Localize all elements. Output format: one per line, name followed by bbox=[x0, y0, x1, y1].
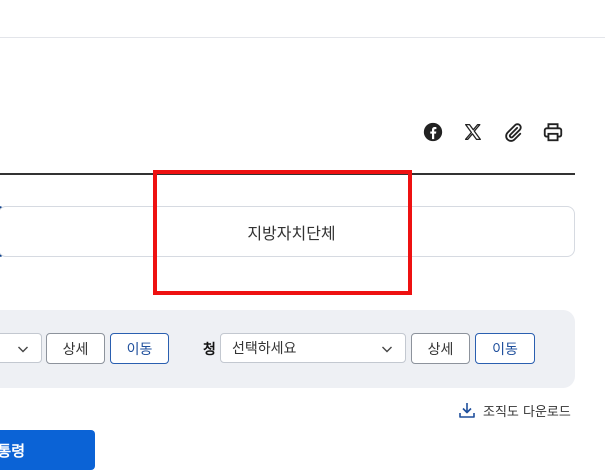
organization-tabs: 지방자치단체 bbox=[0, 206, 575, 257]
org-chart-download-link[interactable]: 조직도 다운로드 bbox=[458, 400, 571, 420]
tab-local-government[interactable]: 지방자치단체 bbox=[0, 206, 575, 257]
clip-icon bbox=[505, 123, 522, 142]
president-button-label: 통령 bbox=[0, 441, 25, 460]
ministry-move-button[interactable]: 이동 bbox=[110, 333, 169, 364]
page: 지방자치단체 상세 이동 청 선택하세요 상세 이동 조직도 다운로드 통령 bbox=[0, 0, 605, 471]
agency-label: 청 bbox=[203, 342, 216, 358]
title-divider bbox=[0, 173, 575, 175]
agency-detail-button[interactable]: 상세 bbox=[411, 333, 470, 364]
facebook-icon bbox=[423, 122, 443, 142]
print-button[interactable] bbox=[541, 120, 565, 144]
top-divider bbox=[0, 37, 605, 38]
x-icon bbox=[464, 124, 481, 140]
agency-select-value: 선택하세요 bbox=[232, 341, 297, 357]
share-bar bbox=[421, 120, 565, 144]
ministry-detail-button[interactable]: 상세 bbox=[46, 333, 105, 364]
ministry-select[interactable] bbox=[0, 333, 42, 363]
president-button[interactable]: 통령 bbox=[0, 430, 95, 470]
tab-local-label: 지방자치단체 bbox=[247, 223, 336, 243]
copy-link-button[interactable] bbox=[501, 120, 525, 144]
x-share-button[interactable] bbox=[461, 120, 485, 144]
agency-select[interactable]: 선택하세요 bbox=[220, 333, 406, 363]
print-icon bbox=[543, 123, 563, 142]
chevron-down-icon bbox=[382, 346, 392, 353]
download-label: 조직도 다운로드 bbox=[483, 404, 571, 420]
download-icon bbox=[459, 403, 475, 418]
facebook-share-button[interactable] bbox=[421, 120, 445, 144]
agency-move-button[interactable]: 이동 bbox=[475, 333, 535, 364]
chevron-down-icon bbox=[18, 346, 28, 353]
